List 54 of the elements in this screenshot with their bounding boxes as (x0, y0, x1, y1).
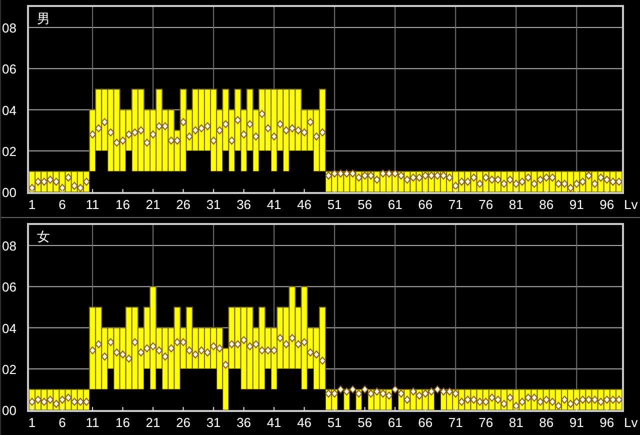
axis-label: 86 (539, 197, 554, 212)
axis-label: 36 (236, 415, 252, 430)
axis-label: 02 (2, 362, 16, 377)
axis-title: Lv (624, 415, 638, 430)
axis-label: 16 (116, 197, 130, 212)
axis-label: 96 (600, 415, 614, 430)
axis-label: 11 (86, 197, 100, 212)
axis-label: 6 (58, 415, 66, 430)
axis-label: 51 (327, 415, 342, 430)
axis-label: 26 (176, 197, 191, 212)
axis-label: 31 (206, 415, 221, 430)
axis-label: 11 (86, 415, 100, 430)
axis-label: 66 (418, 415, 433, 430)
axis-label: 21 (146, 197, 160, 212)
axis-label: 51 (327, 197, 342, 212)
axis-label: 71 (448, 197, 463, 212)
axis-label: 06 (2, 280, 16, 295)
chart-title: 男 (37, 12, 50, 27)
axis-label: 46 (297, 197, 312, 212)
axis-label: 08 (2, 20, 16, 36)
axis-label: 00 (2, 403, 16, 418)
axis-label: 66 (418, 197, 433, 212)
axis-label: 91 (569, 197, 584, 212)
axis-label: 26 (176, 415, 191, 430)
axis-label: 00 (2, 185, 16, 200)
axis-label: 04 (2, 102, 16, 118)
axis-label: 31 (206, 197, 221, 212)
axis-label: 21 (146, 415, 160, 430)
axis-label: 76 (478, 197, 494, 212)
axis-label: 41 (266, 197, 282, 212)
axis-label: 08 (2, 238, 16, 254)
axis-label: 06 (2, 62, 16, 77)
axis-label: 41 (266, 415, 282, 430)
axis-label: 81 (508, 415, 524, 430)
axis-label: 61 (388, 197, 402, 212)
axis-title: Lv (624, 197, 638, 212)
axis-label: 81 (508, 197, 524, 212)
axis-label: 6 (58, 197, 66, 212)
axis-label: 02 (2, 144, 16, 159)
axis-label: 96 (600, 197, 614, 212)
axis-label: 56 (358, 415, 372, 430)
axis-label: 1 (28, 415, 36, 430)
axis-label: 61 (388, 415, 402, 430)
chart-title: 女 (37, 230, 50, 245)
axis-label: 16 (116, 415, 130, 430)
axis-label: 1 (28, 197, 36, 212)
axis-label: 71 (448, 415, 463, 430)
axis-label: 91 (569, 415, 584, 430)
axis-label: 76 (478, 415, 494, 430)
axis-label: 46 (297, 415, 312, 430)
axis-label: 86 (539, 415, 554, 430)
axis-label: 36 (236, 197, 252, 212)
axis-label: 04 (2, 320, 16, 336)
axis-label: 56 (358, 197, 372, 212)
